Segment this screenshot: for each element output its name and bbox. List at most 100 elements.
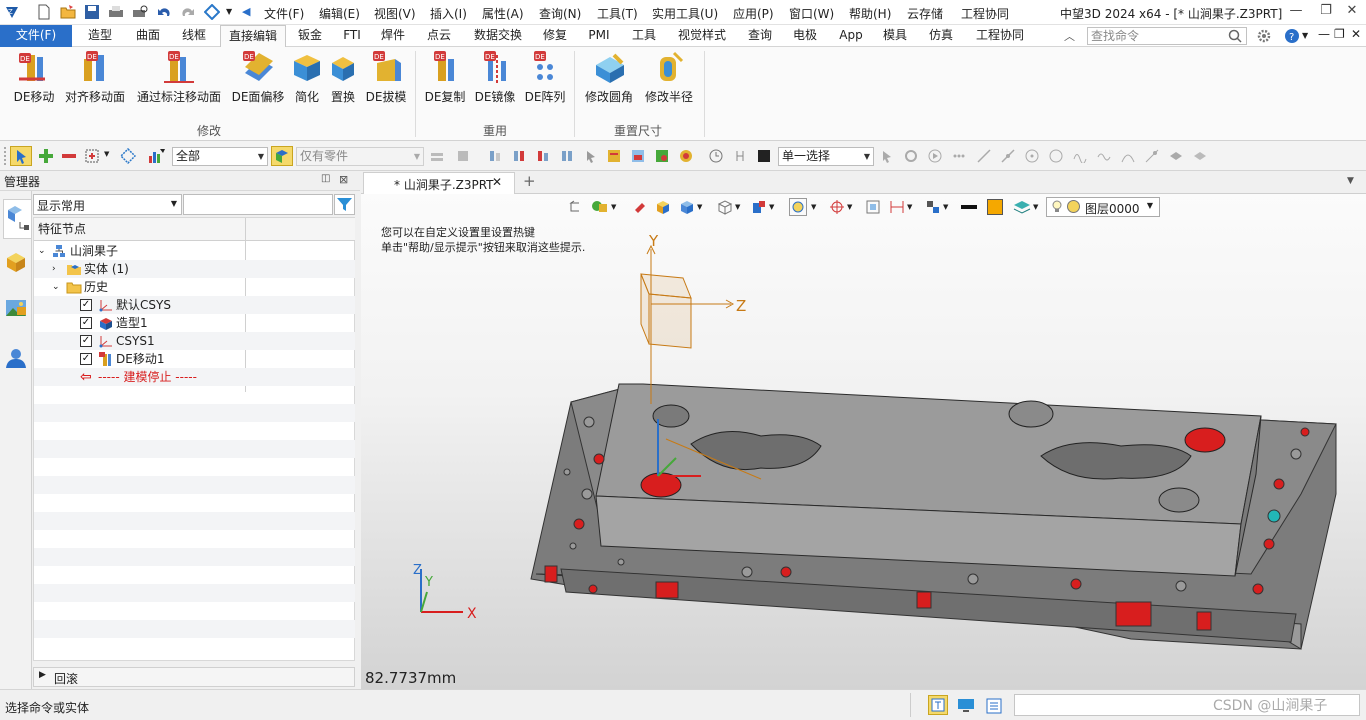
menu-view[interactable]: 视图(V): [374, 5, 416, 22]
display-filter-combo[interactable]: 显示常用 ▼: [33, 194, 182, 215]
move-face-by-dimension-button[interactable]: DE 通过标注移动面: [134, 51, 224, 105]
expand-arrow-icon[interactable]: ›: [52, 260, 56, 278]
modify-fillet-button[interactable]: 修改圆角: [582, 51, 636, 105]
filter-icon[interactable]: [148, 148, 166, 164]
select-tool-4-icon[interactable]: [560, 149, 574, 163]
open-file-icon[interactable]: [60, 4, 76, 20]
tab-tools[interactable]: 工具: [626, 25, 662, 47]
menu-insert[interactable]: 插入(I): [430, 5, 467, 22]
pick-filter-icon[interactable]: [430, 149, 444, 163]
tree-row-solid[interactable]: › 实体 (1): [34, 260, 355, 278]
parts-only-toggle-icon[interactable]: [271, 146, 293, 166]
de-face-offset-button[interactable]: DE DE面偏移: [230, 51, 286, 105]
document-tab[interactable]: * 山涧果子.Z3PRT ✕: [363, 172, 515, 194]
box-select-icon[interactable]: [84, 148, 100, 164]
tab-data-exchange[interactable]: 数据交换: [468, 25, 528, 47]
monitor-icon[interactable]: [957, 698, 975, 717]
modify-radius-button[interactable]: 修改半径: [642, 51, 696, 105]
new-file-icon[interactable]: [36, 4, 52, 20]
undo-icon[interactable]: [156, 4, 172, 20]
snap-tangent-icon[interactable]: [1145, 149, 1159, 163]
doc-minimize-button[interactable]: —: [1318, 27, 1330, 41]
tab-simulation[interactable]: 仿真: [922, 25, 960, 47]
select-history-icon[interactable]: [709, 149, 723, 163]
visibility-checkbox[interactable]: ✓: [80, 299, 92, 311]
menu-edit[interactable]: 编辑(E): [319, 5, 360, 22]
tree-row-root[interactable]: ⌄ 山涧果子: [34, 242, 355, 260]
de-copy-button[interactable]: DE DE复制: [422, 51, 468, 105]
snap-plane2-icon[interactable]: [1193, 149, 1207, 163]
de-mirror-button[interactable]: DE DE镜像: [472, 51, 518, 105]
tree-row-history[interactable]: ⌄ 历史: [34, 278, 355, 296]
tree-row-stop-marker[interactable]: ⇦ ----- 建模停止 -----: [34, 368, 355, 386]
visibility-checkbox[interactable]: ✓: [80, 335, 92, 347]
snap-2-icon[interactable]: [904, 149, 918, 163]
snap-line2-icon[interactable]: [1001, 149, 1015, 163]
menu-attributes[interactable]: 属性(A): [482, 5, 524, 22]
select-mode-combo[interactable]: 单一选择 ▼: [778, 147, 874, 166]
doc-close-button[interactable]: ✕: [1351, 27, 1361, 41]
snap-circle2-icon[interactable]: [1049, 149, 1063, 163]
snap-4-icon[interactable]: [952, 149, 966, 163]
tab-mold[interactable]: 模具: [876, 25, 914, 47]
tab-weldment[interactable]: 焊件: [374, 25, 412, 47]
select-tool-1-icon[interactable]: [488, 149, 502, 163]
tab-direct-edit[interactable]: 直接编辑: [220, 25, 286, 48]
command-search-input[interactable]: 查找命令: [1087, 27, 1247, 45]
select-tool-8-icon[interactable]: [655, 149, 669, 163]
tab-electrode[interactable]: 电极: [786, 25, 824, 47]
add-selection-icon[interactable]: [38, 148, 54, 164]
snap-line-icon[interactable]: [977, 149, 991, 163]
part-pick-icon[interactable]: [456, 149, 470, 163]
restore-button[interactable]: ❐: [1312, 3, 1340, 21]
select-tool-7-icon[interactable]: [631, 149, 645, 163]
tab-app[interactable]: App: [834, 25, 868, 47]
replace-button[interactable]: 置换: [326, 51, 360, 105]
print-icon[interactable]: [108, 4, 124, 20]
snap-1-icon[interactable]: [880, 149, 894, 163]
menu-tools[interactable]: 工具(T): [597, 5, 638, 22]
snap-3-icon[interactable]: [928, 149, 942, 163]
select-tool-3-icon[interactable]: [536, 149, 550, 163]
close-window-button[interactable]: ✕: [1338, 3, 1366, 21]
align-move-face-button[interactable]: DE 对齐移动面: [62, 51, 128, 105]
minimize-button[interactable]: —: [1282, 3, 1310, 21]
select-pointer-icon[interactable]: [10, 146, 32, 166]
expand-arrow-icon[interactable]: ▶: [39, 670, 46, 680]
settings-gear-icon[interactable]: [1256, 28, 1272, 47]
help-dropdown-icon[interactable]: ▼: [1302, 31, 1308, 40]
tab-file[interactable]: 文件(F): [0, 25, 72, 47]
simplify-button[interactable]: 简化: [288, 51, 326, 105]
close-panel-icon[interactable]: ⊠: [339, 173, 348, 186]
menu-help[interactable]: 帮助(H): [849, 5, 891, 22]
tab-pmi[interactable]: PMI: [582, 25, 616, 47]
tree-row-csys1[interactable]: ✓ CSYS1: [34, 332, 355, 350]
tab-inquire[interactable]: 查询: [742, 25, 778, 47]
quick-access-dropdown-icon[interactable]: ▼: [226, 7, 242, 23]
tab-pointcloud[interactable]: 点云: [420, 25, 458, 47]
save-icon[interactable]: [84, 4, 100, 20]
filter-combo[interactable]: 全部 ▼: [172, 147, 268, 166]
tree-row-shape1[interactable]: ✓ 造型1: [34, 314, 355, 332]
list-view-icon[interactable]: [986, 698, 1002, 717]
menu-cloud[interactable]: 云存储: [907, 5, 943, 22]
select-tool-6-icon[interactable]: [607, 149, 621, 163]
snap-wave-icon[interactable]: [1097, 149, 1111, 163]
tab-collab[interactable]: 工程协同: [968, 25, 1032, 47]
menu-collab[interactable]: 工程协同: [961, 5, 1009, 22]
tab-sheetmetal[interactable]: 钣金: [290, 25, 330, 47]
tree-row-de-move1[interactable]: ✓ DE移动1: [34, 350, 355, 368]
snap-curve-icon[interactable]: [1073, 149, 1087, 164]
new-tab-icon[interactable]: +: [523, 172, 536, 190]
input-mode-icon[interactable]: [928, 695, 948, 715]
tree-search-input[interactable]: [183, 194, 333, 215]
regen-icon[interactable]: [203, 3, 221, 21]
collapse-arrow-icon[interactable]: ⌄: [38, 242, 46, 260]
close-tab-icon[interactable]: ✕: [492, 175, 502, 189]
pin-icon[interactable]: ◫: [321, 173, 330, 184]
de-move-button[interactable]: DE DE移动: [8, 51, 60, 105]
print-preview-icon[interactable]: [132, 4, 148, 20]
collapse-arrow-icon[interactable]: ⌄: [52, 278, 60, 296]
rollback-section[interactable]: ▶ 回滚: [33, 667, 355, 687]
menu-inquire[interactable]: 查询(N): [539, 5, 581, 22]
